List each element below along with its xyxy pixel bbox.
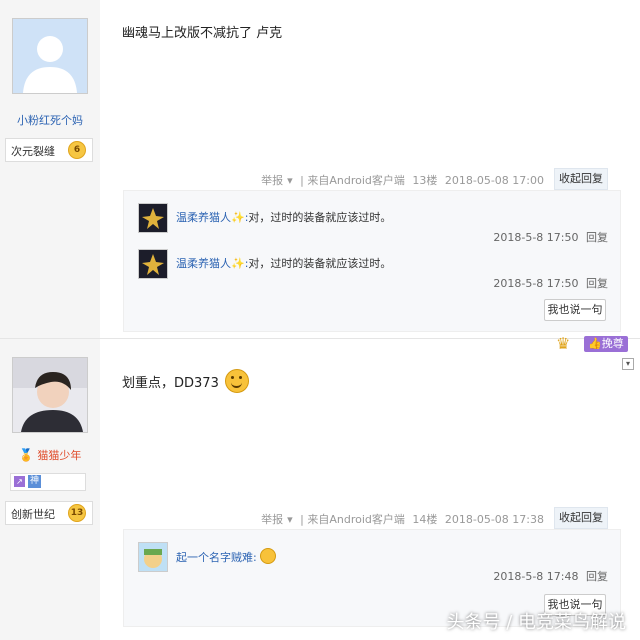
post-tail: 举报 ▾ | 来自Android客户端 14楼 2018-05-08 17:38 (257, 511, 544, 527)
reply-link[interactable]: 回复 (586, 231, 608, 244)
badge-label: 次元裂缝 (11, 145, 55, 158)
reply-username[interactable]: 温柔养猫人 (176, 211, 231, 224)
reply-link[interactable]: 回复 (586, 570, 608, 583)
report-link[interactable]: 举报 (261, 174, 283, 187)
say-something-button[interactable]: 我也说一句 (544, 299, 606, 321)
chevron-down-icon[interactable]: ▾ (287, 174, 293, 187)
reply-time: 2018-5-8 17:50 (493, 231, 579, 244)
floor-number: 13楼 (412, 174, 438, 187)
watermark: 头条号 / 电竞菜鸟解说 (446, 612, 626, 633)
post-time: 2018-05-08 17:00 (444, 174, 544, 187)
post-tail: 举报 ▾ | 来自Android客户端 13楼 2018-05-08 17:00 (257, 172, 544, 188)
fold-replies-button[interactable]: 收起回复 (554, 507, 608, 529)
reply-panel: 温柔养猫人✨:对，过时的装备就应该过时。 2018-5-8 17:50 回复 温… (123, 190, 621, 332)
reply-item: 起一个名字贼难: 2018-5-8 17:48 回复 (138, 542, 608, 586)
floor-number: 14楼 (412, 513, 438, 526)
reply-text: 对，过时的装备就应该过时。 (248, 211, 392, 224)
reply-avatar[interactable] (138, 203, 168, 233)
smiley-icon (224, 369, 249, 393)
reply-link[interactable]: 回复 (586, 277, 608, 290)
post-floor-14: 🏅 猫猫少年 ↗ 神 创新世纪 13 划重点，DD373 举报 ▾ | 来自And… (0, 339, 640, 640)
post-floor-13: 小粉红死个妈 次元裂缝 6 幽魂马上改版不减抗了 卢克 举报 ▾ | 来自Andr… (0, 0, 640, 338)
source-label: | 来自Android客户端 (300, 513, 405, 526)
avatar[interactable] (12, 357, 88, 433)
reply-avatar[interactable] (138, 249, 168, 279)
reply-avatar[interactable] (138, 542, 168, 572)
sparkle-icon: ✨ (231, 257, 245, 270)
username[interactable]: 小粉红死个妈 (0, 112, 100, 128)
username[interactable]: 猫猫少年 (37, 449, 81, 462)
badge-label: 创新世纪 (11, 508, 55, 521)
medal-icon: 🏅 (18, 448, 34, 462)
reply-username[interactable]: 温柔养猫人 (176, 257, 231, 270)
reply-time: 2018-5-8 17:50 (493, 277, 579, 290)
reply-text: 对，过时的装备就应该过时。 (248, 257, 392, 270)
source-label: | 来自Android客户端 (300, 174, 405, 187)
level-icon: 13 (68, 504, 86, 522)
level-icon: 6 (68, 141, 86, 159)
fold-replies-button[interactable]: 收起回复 (554, 168, 608, 190)
reply-item: 温柔养猫人✨:对，过时的装备就应该过时。 2018-5-8 17:50 回复 (138, 203, 608, 247)
link-icon: ↗ (14, 476, 25, 487)
report-link[interactable]: 举报 (261, 513, 283, 526)
reply-item: 温柔养猫人✨:对，过时的装备就应该过时。 2018-5-8 17:50 回复 (138, 249, 608, 293)
sparkle-icon: ✨ (231, 211, 245, 224)
post-content: 划重点，DD373 (122, 376, 219, 391)
reply-username[interactable]: 起一个名字贼难 (176, 551, 253, 564)
reply-time: 2018-5-8 17:48 (493, 570, 579, 583)
member-badge[interactable]: 创新世纪 13 (5, 501, 93, 525)
tag-label: 神 (28, 475, 42, 488)
tag-badge[interactable]: ↗ 神 (10, 473, 86, 491)
avatar[interactable] (12, 18, 88, 94)
member-badge[interactable]: 次元裂缝 6 (5, 138, 93, 162)
chevron-down-icon[interactable]: ▾ (287, 513, 293, 526)
post-content: 幽魂马上改版不减抗了 卢克 (122, 26, 283, 41)
post-time: 2018-05-08 17:38 (444, 513, 544, 526)
thinking-emoji-icon (260, 548, 277, 564)
